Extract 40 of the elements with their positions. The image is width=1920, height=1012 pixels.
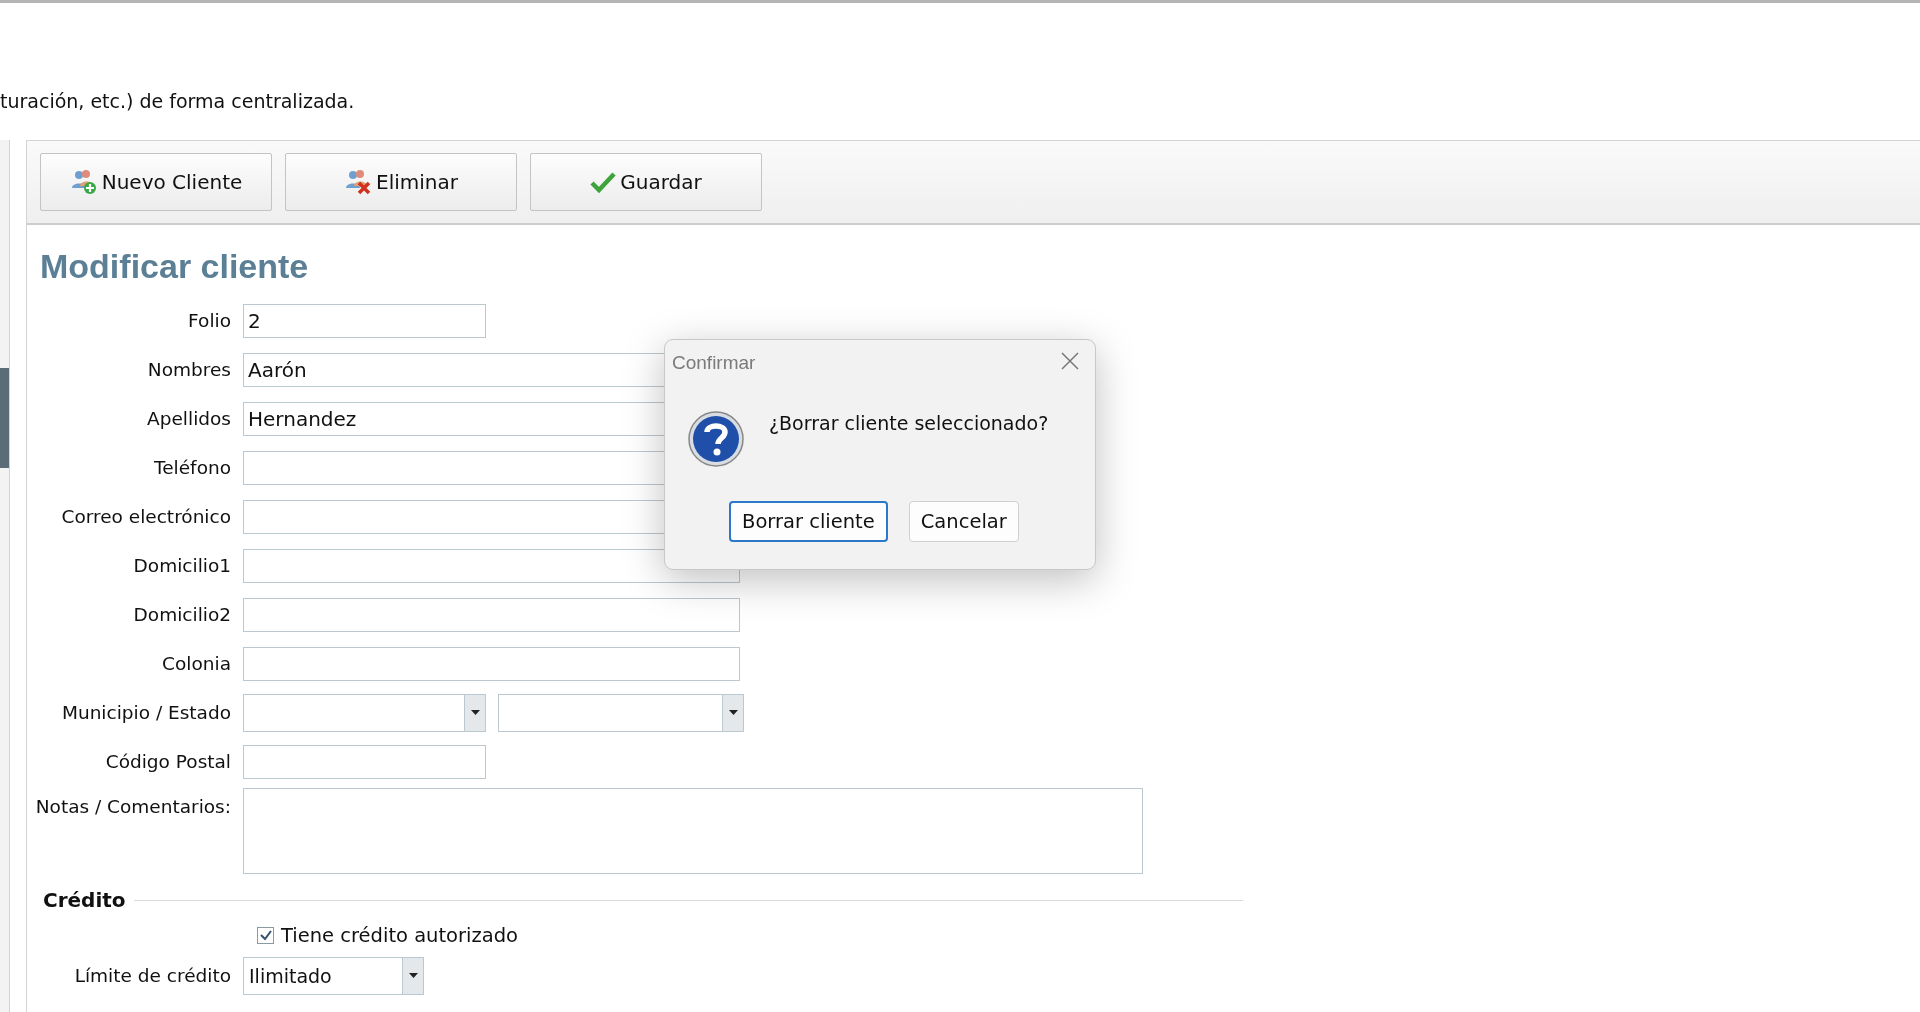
dialog-button[interactable]: Cancelar [908, 501, 1019, 542]
text-field[interactable] [243, 646, 740, 681]
checkbox-label: Tiene crédito autorizado [281, 924, 518, 947]
toolbar-button[interactable]: Eliminar [285, 153, 517, 211]
field-label: Domicilio2 [132, 604, 231, 625]
users-delete-icon [344, 168, 372, 196]
dialog-message: ¿Borrar cliente seleccionado? [769, 412, 1049, 434]
checkbox[interactable] [257, 927, 274, 944]
field-label: Colonia [161, 653, 231, 674]
field-label: Domicilio1 [132, 555, 231, 576]
field-label: Correo electrónico [60, 506, 231, 527]
question-icon [687, 410, 745, 468]
form-title: Modificar cliente [40, 247, 310, 286]
caret-icon [728, 710, 738, 715]
dialog-button[interactable]: Borrar cliente [729, 501, 888, 542]
text-field[interactable] [243, 597, 740, 632]
field-label: Notas / Comentarios: [34, 796, 231, 817]
text-field[interactable] [243, 744, 486, 779]
field-label: Municipio / Estado [60, 702, 231, 723]
dropdown[interactable] [243, 693, 486, 732]
toolbar-button[interactable]: Guardar [530, 153, 762, 211]
text-field[interactable]: 2 [243, 303, 486, 338]
caret-icon [470, 710, 480, 715]
close-icon[interactable] [1061, 352, 1079, 370]
caret-icon [408, 973, 418, 978]
checkmark-icon [590, 170, 617, 194]
description-text: turación, etc.) de forma centralizada. [0, 90, 356, 114]
field-label: Apellidos [146, 408, 231, 429]
dropdown[interactable] [498, 693, 744, 732]
field-label: Nombres [146, 359, 231, 380]
toolbar-button[interactable]: Nuevo Cliente [40, 153, 272, 211]
dropdown[interactable]: Ilimitado [243, 956, 424, 995]
field-label: Teléfono [153, 457, 231, 478]
field-label: Límite de crédito [73, 965, 231, 986]
users-add-icon [69, 168, 98, 196]
field-label: Folio [187, 310, 231, 331]
field-label: Código Postal [104, 751, 231, 772]
section-title: Crédito [43, 888, 126, 912]
notes-field[interactable] [243, 788, 1143, 874]
text-field[interactable] [243, 548, 740, 583]
